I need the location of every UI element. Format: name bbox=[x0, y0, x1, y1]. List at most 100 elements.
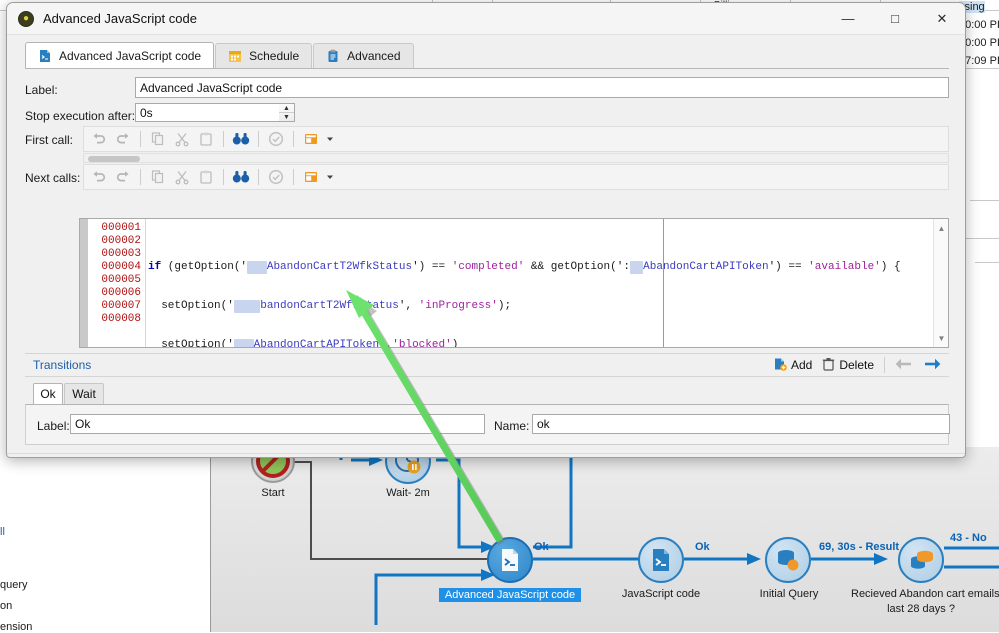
bg-left-text: ll bbox=[0, 526, 5, 538]
line-number: 000002 bbox=[88, 235, 145, 248]
transition-name-caption: Name: bbox=[494, 419, 529, 433]
cut-icon[interactable] bbox=[171, 129, 193, 150]
advanced-javascript-code-dialog[interactable]: ● Advanced JavaScript code — □ ✕ Advance… bbox=[6, 2, 966, 458]
check-circle-icon[interactable] bbox=[265, 167, 287, 188]
scroll-down-icon[interactable]: ▼ bbox=[934, 331, 949, 345]
maximize-button[interactable]: □ bbox=[872, 3, 918, 34]
header-separator bbox=[884, 357, 885, 373]
arrow-left-icon[interactable] bbox=[895, 357, 913, 374]
dialog-title: Advanced JavaScript code bbox=[43, 11, 197, 26]
workflow-label-recieved-abandon-cart: Recieved Abandon cart emails in bbox=[851, 588, 991, 600]
undo-icon[interactable] bbox=[88, 167, 110, 188]
workflow-edge-label-no: 43 - No bbox=[950, 532, 987, 544]
workflow-label-recieved-abandon-cart-line2: last 28 days ? bbox=[851, 603, 991, 615]
line-number: 000007 bbox=[88, 300, 145, 313]
scroll-up-icon[interactable]: ▲ bbox=[934, 221, 949, 235]
transition-tab-label: Ok bbox=[40, 387, 55, 401]
redo-icon[interactable] bbox=[112, 167, 134, 188]
workflow-edge-label-ok-2: Ok bbox=[695, 541, 710, 553]
toolbar-separator bbox=[140, 131, 141, 147]
workflow-node-javascript-code[interactable] bbox=[638, 537, 684, 583]
tab-schedule[interactable]: Schedule bbox=[215, 43, 312, 68]
first-call-toolbar[interactable] bbox=[83, 126, 949, 152]
paste-icon[interactable] bbox=[195, 167, 217, 188]
line-number: 000005 bbox=[88, 274, 145, 287]
copy-icon[interactable] bbox=[147, 129, 169, 150]
toolbar-separator bbox=[223, 169, 224, 185]
workflow-edge-label-ok-1: Ok bbox=[534, 541, 549, 553]
editor-vertical-scrollbar[interactable]: ▲ ▼ bbox=[933, 219, 948, 347]
toolbar-separator bbox=[258, 131, 259, 147]
line-number: 000003 bbox=[88, 248, 145, 261]
paste-icon[interactable] bbox=[195, 129, 217, 150]
footer-separator bbox=[7, 453, 966, 454]
template-icon[interactable] bbox=[300, 167, 322, 188]
chevron-down-icon[interactable] bbox=[324, 129, 336, 150]
cut-icon[interactable] bbox=[171, 167, 193, 188]
script-file-icon bbox=[38, 49, 52, 63]
tab-label: Schedule bbox=[249, 49, 299, 63]
toolbar-separator bbox=[140, 169, 141, 185]
calendar-icon bbox=[228, 49, 242, 63]
stepper-up-icon[interactable]: ▲ bbox=[279, 104, 294, 113]
workflow-node-initial-query[interactable] bbox=[765, 537, 811, 583]
binoculars-icon[interactable] bbox=[230, 129, 252, 150]
bg-grid-line bbox=[975, 262, 999, 263]
stop-execution-stepper[interactable]: ▲ ▼ bbox=[279, 103, 295, 122]
bg-left-text: on bbox=[0, 600, 12, 612]
transition-label-input[interactable] bbox=[70, 414, 485, 434]
toolbar-separator bbox=[223, 131, 224, 147]
close-button[interactable]: ✕ bbox=[919, 3, 965, 34]
stepper-down-icon[interactable]: ▼ bbox=[279, 113, 294, 121]
tab-advanced-javascript-code[interactable]: Advanced JavaScript code bbox=[25, 42, 214, 68]
label-input[interactable] bbox=[135, 77, 949, 98]
stop-execution-input[interactable] bbox=[135, 103, 280, 122]
database-icon bbox=[774, 547, 802, 573]
first-call-caption: First call: bbox=[25, 133, 73, 147]
template-icon[interactable] bbox=[300, 129, 322, 150]
workflow-node-advanced-javascript-code[interactable] bbox=[487, 537, 533, 583]
code-line-3: setOption('___AbandonCartAPIToken','bloc… bbox=[148, 339, 932, 347]
tab-label: Advanced JavaScript code bbox=[59, 49, 201, 63]
script-terminal-icon bbox=[648, 547, 674, 573]
code-line-1: if (getOption('___AbandonCartT2WfkStatus… bbox=[148, 261, 932, 274]
next-calls-caption: Next calls: bbox=[25, 171, 80, 185]
redo-icon[interactable] bbox=[112, 129, 134, 150]
line-number-gutter: 000001 000002 000003 000004 000005 00000… bbox=[88, 219, 146, 347]
workflow-label-advanced-javascript-code: Advanced JavaScript code bbox=[439, 588, 581, 602]
chevron-down-icon[interactable] bbox=[324, 167, 336, 188]
transition-tab-wait[interactable]: Wait bbox=[64, 383, 104, 404]
line-number: 000008 bbox=[88, 313, 145, 326]
scrollbar-thumb[interactable] bbox=[88, 156, 140, 162]
workflow-label-wait: Wait- 2m bbox=[371, 487, 445, 499]
transitions-title: Transitions bbox=[33, 358, 91, 372]
minimize-button[interactable]: — bbox=[825, 3, 871, 34]
dialog-titlebar[interactable]: ● Advanced JavaScript code — □ ✕ bbox=[7, 3, 965, 35]
delete-transition-button[interactable]: Delete bbox=[822, 357, 874, 374]
check-circle-icon[interactable] bbox=[265, 129, 287, 150]
copy-icon[interactable] bbox=[147, 167, 169, 188]
add-transition-button[interactable]: Add bbox=[773, 357, 812, 374]
line-number: 000006 bbox=[88, 287, 145, 300]
workflow-node-recieved-abandon-cart[interactable] bbox=[898, 537, 944, 583]
code-editor[interactable]: 000001 000002 000003 000004 000005 00000… bbox=[79, 218, 949, 348]
database-stack-icon bbox=[907, 547, 935, 573]
toolbar-separator bbox=[293, 169, 294, 185]
tab-advanced[interactable]: Advanced bbox=[313, 43, 413, 68]
arrow-right-icon[interactable] bbox=[923, 357, 941, 374]
bg-left-text: ension bbox=[0, 621, 32, 633]
first-call-scrollbar[interactable] bbox=[83, 153, 949, 163]
undo-icon[interactable] bbox=[88, 129, 110, 150]
workflow-label-javascript-code: JavaScript code bbox=[609, 588, 713, 600]
line-number: 000001 bbox=[88, 222, 145, 235]
binoculars-icon[interactable] bbox=[230, 167, 252, 188]
tabstrip: Advanced JavaScript code bbox=[25, 43, 415, 68]
transition-tab-ok[interactable]: Ok bbox=[33, 383, 63, 404]
workflow-canvas[interactable]: Start Wait- 2m Advanced JavaScript code … bbox=[210, 447, 999, 632]
next-calls-toolbar[interactable] bbox=[83, 164, 949, 190]
code-text-area[interactable]: if (getOption('___AbandonCartT2WfkStatus… bbox=[148, 219, 932, 347]
delete-transition-label: Delete bbox=[839, 358, 874, 372]
transition-name-input[interactable] bbox=[532, 414, 950, 434]
script-terminal-icon bbox=[497, 547, 523, 573]
toolbar-separator bbox=[293, 131, 294, 147]
